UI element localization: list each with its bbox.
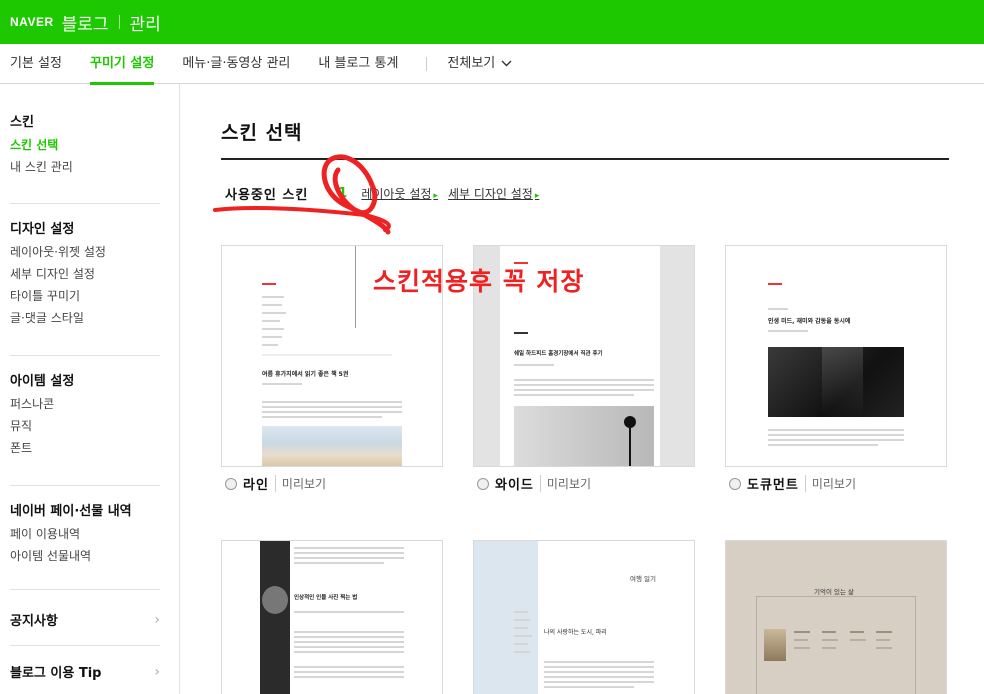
sidebar-divider	[10, 355, 160, 356]
arrow-right-icon: ▸	[433, 191, 438, 201]
tab-divider	[426, 56, 428, 71]
layout-settings-link[interactable]: 레이아웃 설정 ▸	[361, 185, 438, 202]
skin-caption-line: 라인 미리보기	[225, 474, 326, 493]
sidebar-head-item: 아이템 설정	[10, 374, 75, 389]
sidebar: 스킨 스킨 선택 내 스킨 관리 디자인 설정 레이아웃·위젯 설정 세부 디자…	[0, 84, 180, 694]
skin-card-document[interactable]: 인생 미드, 재미와 감동을 동시에	[725, 245, 947, 467]
sidebar-head-pay: 네이버 페이·선물 내역	[10, 504, 132, 519]
naver-logo[interactable]: NAVER	[10, 15, 54, 29]
top-header: NAVER 블로그 관리	[0, 0, 984, 44]
sidebar-group-pay: 네이버 페이·선물 내역 페이 이용내역 아이템 선물내역	[10, 501, 160, 567]
sidebar-item-gift-history[interactable]: 아이템 선물내역	[10, 545, 160, 567]
sidebar-divider	[10, 645, 160, 646]
skin-card-article-title: 인생 미드, 재미와 감동을 동시에	[768, 318, 851, 325]
sidebar-divider	[10, 485, 160, 486]
sidebar-item-layout-widget[interactable]: 레이아웃·위젯 설정	[10, 241, 160, 263]
skin-card-5[interactable]: 여행 일기 나의 사랑하는 도시, 파리	[473, 540, 695, 694]
preview-link[interactable]: 미리보기	[804, 475, 856, 492]
sidebar-item-personacon[interactable]: 퍼스나콘	[10, 393, 160, 415]
page-title: 스킨 선택	[221, 122, 303, 144]
skin-caption-document: 도큐먼트 미리보기	[729, 474, 856, 493]
notice-label: 공지사항	[10, 614, 58, 629]
skin-radio-line[interactable]	[225, 477, 237, 490]
sidebar-group-item: 아이템 설정 퍼스나콘 뮤직 폰트	[10, 371, 160, 459]
blog-home-link[interactable]: 블로그	[62, 10, 109, 35]
skin-name: 라인	[243, 478, 269, 493]
sidebar-link-notice[interactable]: 공지사항 ›	[10, 610, 160, 630]
preview-link[interactable]: 미리보기	[539, 475, 591, 492]
skin-name: 와이드	[495, 478, 534, 493]
top-tabs: 기본 설정 꾸미기 설정 메뉴·글·동영상 관리 내 블로그 통계 전체보기	[0, 44, 984, 85]
view-all-dropdown[interactable]: 전체보기	[447, 44, 512, 84]
sidebar-item-title-decor[interactable]: 타이틀 꾸미기	[10, 285, 160, 307]
sidebar-head-design: 디자인 설정	[10, 222, 75, 237]
skin-card-article-title: 나의 사랑하는 도시, 파리	[544, 629, 607, 636]
tab-menu-post-video[interactable]: 메뉴·글·동영상 관리	[182, 44, 290, 84]
sidebar-divider	[10, 589, 160, 590]
sidebar-group-design: 디자인 설정 레이아웃·위젯 설정 세부 디자인 설정 타이틀 꾸미기 글·댓글…	[10, 219, 160, 329]
skin-radio-wide[interactable]	[477, 477, 489, 490]
skin-name: 도큐먼트	[747, 478, 799, 493]
sidebar-link-tips[interactable]: 블로그 이용 Tip ›	[10, 662, 160, 682]
sidebar-head-skin: 스킨	[10, 115, 34, 130]
sidebar-item-post-comment-style[interactable]: 글·댓글 스타일	[10, 307, 160, 329]
skin-card-6[interactable]: 기억이 있는 삶	[725, 540, 947, 694]
sidebar-item-music[interactable]: 뮤직	[10, 415, 160, 437]
chevron-right-icon: ›	[154, 663, 160, 680]
header-divider	[118, 15, 120, 29]
annotation-text: 스킨적용후 꼭 저장	[373, 267, 585, 296]
skin-card-blog-title: 여행 일기	[630, 575, 656, 583]
sidebar-item-detail-design[interactable]: 세부 디자인 설정	[10, 263, 160, 285]
sidebar-item-font[interactable]: 폰트	[10, 437, 160, 459]
arrow-right-icon: ▸	[534, 191, 540, 201]
skin-radio-document[interactable]	[729, 477, 741, 490]
skin-card-article-title: 쉐일 하드피드 홈경기장에서 직관 후기	[514, 351, 603, 357]
view-all-label: 전체보기	[447, 55, 496, 71]
using-skin-row: 사용중인 스킨 1 레이아웃 설정 ▸ 세부 디자인 설정 ▸	[225, 184, 549, 203]
manage-title[interactable]: 관리	[130, 10, 161, 35]
preview-link[interactable]: 미리보기	[274, 475, 326, 492]
skin-card-article-title: 인상적인 인물 사진 찍는 법	[294, 595, 358, 601]
title-divider	[221, 158, 949, 160]
using-skin-count: 1	[338, 186, 348, 201]
skin-card-article-title: 여름 휴가지에서 읽기 좋은 책 5권	[262, 371, 349, 378]
chevron-right-icon: ›	[154, 611, 160, 628]
sidebar-group-skin: 스킨 스킨 선택 내 스킨 관리	[10, 112, 160, 178]
chevron-down-icon	[501, 60, 512, 67]
detail-design-link[interactable]: 세부 디자인 설정 ▸	[448, 185, 539, 202]
sidebar-divider	[10, 203, 160, 204]
skin-card-4[interactable]: 인상적인 인물 사진 찍는 법	[221, 540, 443, 694]
tips-label: 블로그 이용 Tip	[10, 666, 102, 681]
tab-decoration-settings[interactable]: 꾸미기 설정	[89, 44, 155, 85]
sidebar-item-pay-history[interactable]: 페이 이용내역	[10, 523, 160, 545]
skin-card-blog-title: 기억이 있는 삶	[814, 588, 855, 596]
tab-blog-stats[interactable]: 내 블로그 통계	[318, 44, 398, 84]
sidebar-item-skin-select[interactable]: 스킨 선택	[10, 134, 160, 156]
sidebar-item-my-skin[interactable]: 내 스킨 관리	[10, 156, 160, 178]
skin-caption-wide: 와이드 미리보기	[477, 474, 591, 493]
using-skin-label: 사용중인 스킨	[225, 188, 309, 203]
tab-basic-settings[interactable]: 기본 설정	[10, 44, 62, 84]
